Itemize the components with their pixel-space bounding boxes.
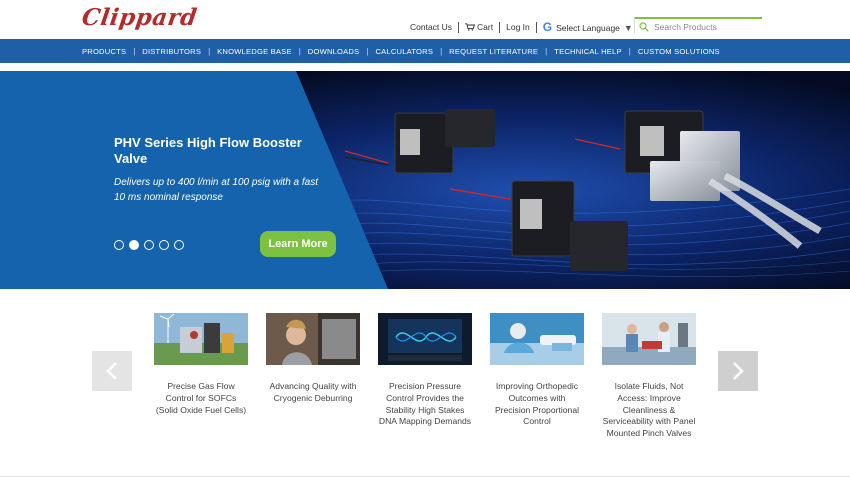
feature-card[interactable]: Precise Gas Flow Control for SOFCs (Soli… xyxy=(154,313,248,416)
slide-indicators xyxy=(114,240,184,250)
google-icon: G xyxy=(542,20,553,34)
card-image xyxy=(602,313,696,365)
language-label: Select Language xyxy=(556,23,620,33)
divider xyxy=(458,21,460,33)
contact-us-link[interactable]: Contact Us xyxy=(410,22,452,32)
log-in-link[interactable]: Log In xyxy=(506,22,530,32)
feature-card[interactable]: Advancing Quality with Cryogenic Deburri… xyxy=(266,313,360,405)
feature-carousel: Precise Gas Flow Control for SOFCs (Soli… xyxy=(0,296,850,478)
card-caption: Isolate Fluids, Not Access: Improve Clea… xyxy=(602,381,696,439)
card-image xyxy=(154,313,248,365)
cart-icon xyxy=(465,23,476,31)
card-image xyxy=(490,313,584,365)
header: Clippard Contact Us Cart Log In G Select … xyxy=(0,0,850,38)
nav-downloads[interactable]: DOWNLOADS xyxy=(308,47,360,56)
nav-distributors[interactable]: DISTRIBUTORS xyxy=(142,47,201,56)
nav-custom-solutions[interactable]: CUSTOM SOLUTIONS xyxy=(638,47,720,56)
cart-label: Cart xyxy=(477,22,494,32)
nav-request-literature[interactable]: REQUEST LITERATURE xyxy=(449,47,538,56)
card-caption: Precise Gas Flow Control for SOFCs (Soli… xyxy=(155,381,247,415)
card-caption: Precision Pressure Control Provides the … xyxy=(378,381,472,427)
nav-separator: | xyxy=(628,46,631,56)
nav-separator: | xyxy=(208,46,211,56)
card-caption: Improving Orthopedic Outcomes with Preci… xyxy=(494,381,580,427)
nav-separator: | xyxy=(545,46,548,56)
slide-dot[interactable] xyxy=(144,240,154,250)
carousel-prev-button[interactable] xyxy=(92,351,132,391)
chevron-right-icon xyxy=(733,362,744,380)
nav-knowledge-base[interactable]: KNOWLEDGE BASE xyxy=(217,47,292,56)
card-caption: Advancing Quality with Cryogenic Deburri… xyxy=(269,381,357,403)
learn-more-button[interactable]: Learn More xyxy=(260,231,336,257)
footer-divider xyxy=(0,476,850,477)
divider xyxy=(535,21,537,33)
nav-separator: | xyxy=(133,46,136,56)
hero-subtitle: Delivers up to 400 l/min at 100 psig wit… xyxy=(114,177,318,203)
feature-card[interactable]: Precision Pressure Control Provides the … xyxy=(378,313,472,428)
slide-dot[interactable] xyxy=(174,240,184,250)
hero-banner: PHV Series High Flow Booster Valve Deliv… xyxy=(0,71,850,289)
page: Clippard Contact Us Cart Log In G Select … xyxy=(0,0,850,478)
feature-card[interactable]: Improving Orthopedic Outcomes with Preci… xyxy=(490,313,584,428)
card-image xyxy=(266,313,360,365)
search-icon xyxy=(639,21,649,32)
chevron-left-icon xyxy=(106,362,117,380)
divider xyxy=(499,21,501,33)
slide-dot[interactable] xyxy=(159,240,169,250)
nav-separator: | xyxy=(440,46,443,56)
dropdown-arrow-icon: ▼ xyxy=(623,23,633,33)
main-nav: PRODUCTS | DISTRIBUTORS | KNOWLEDGE BASE… xyxy=(0,39,850,63)
nav-calculators[interactable]: CALCULATORS xyxy=(375,47,433,56)
clippard-logo[interactable]: Clippard xyxy=(80,4,199,31)
feature-card[interactable]: Isolate Fluids, Not Access: Improve Clea… xyxy=(602,313,696,440)
hero-title: PHV Series High Flow Booster Valve xyxy=(114,135,302,166)
nav-separator: | xyxy=(298,46,301,56)
utility-links: Contact Us Cart Log In G Select Language ▼ xyxy=(410,20,633,34)
nav-separator: | xyxy=(366,46,369,56)
card-image xyxy=(378,313,472,365)
cart-link[interactable]: Cart xyxy=(465,22,493,32)
search-input[interactable] xyxy=(654,21,754,32)
nav-technical-help[interactable]: TECHNICAL HELP xyxy=(554,47,622,56)
slide-dot[interactable] xyxy=(114,240,124,250)
language-selector[interactable]: G Select Language ▼ xyxy=(543,20,633,34)
nav-products[interactable]: PRODUCTS xyxy=(82,47,126,56)
slide-dot-active[interactable] xyxy=(129,240,139,250)
search-box xyxy=(634,17,762,34)
carousel-next-button[interactable] xyxy=(718,351,758,391)
